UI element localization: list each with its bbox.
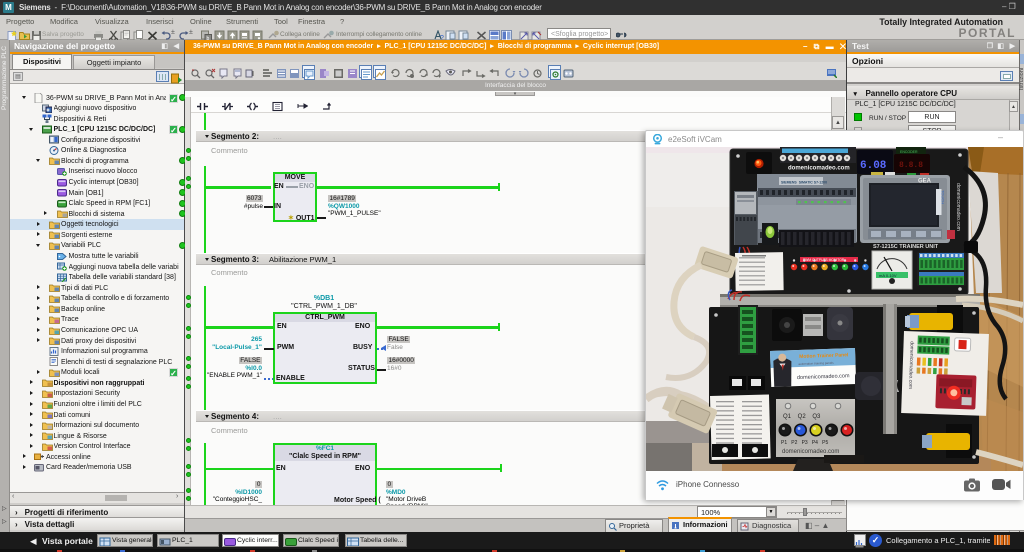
svg-text:8.8.8: 8.8.8 [899,161,923,170]
svg-text:domenicomadeo.com: domenicomadeo.com [782,449,839,455]
svg-text:Q1 Q2 Q3: Q1 Q2 Q3 [783,414,821,420]
svg-text:S7-1215C TRAINER UNIT: S7-1215C TRAINER UNIT [873,244,939,250]
svg-text:mA 0-10V: mA 0-10V [879,273,897,278]
svg-text:domenicomadeo.com: domenicomadeo.com [788,166,850,172]
svg-text:6.08: 6.08 [860,160,887,172]
svg-text:ENCODER: ENCODER [900,150,918,154]
svg-text:SIEMENS SIMATIC S7-1200: SIEMENS SIMATIC S7-1200 [781,181,827,185]
svg-text:domenicomadeo.com: domenicomadeo.com [955,183,961,231]
svg-text:P1 P2 P3 P4 P5: P1 P2 P3 P4 P5 [781,440,828,446]
svg-text:GEA: GEA [918,179,932,185]
svg-text:TOUCH: TOUCH [941,190,946,204]
